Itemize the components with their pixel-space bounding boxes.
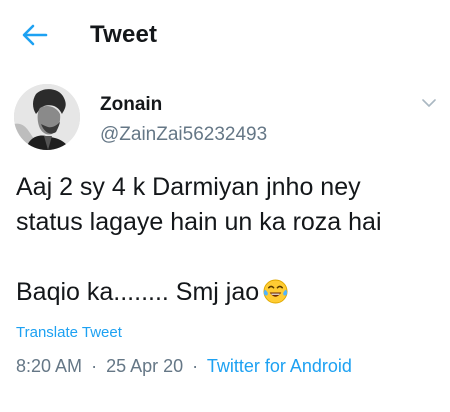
tweet-text: Aaj 2 sy 4 k Darmiyan jnho ney status la… <box>16 170 441 310</box>
meta-separator: · <box>91 356 98 376</box>
top-bar: Tweet <box>0 0 450 72</box>
avatar[interactable] <box>14 84 80 150</box>
translate-tweet-link[interactable]: Translate Tweet <box>16 324 122 341</box>
meta-separator: · <box>192 356 199 376</box>
tweet-source-link[interactable]: Twitter for Android <box>207 356 352 376</box>
face-with-tears-of-joy-icon <box>263 279 288 304</box>
back-button[interactable] <box>18 20 52 50</box>
chevron-down-icon <box>422 98 436 107</box>
arrow-left-icon <box>22 24 48 46</box>
tweet-meta: 8:20 AM · 25 Apr 20 · Twitter for Androi… <box>16 356 352 377</box>
author-display-name[interactable]: Zonain <box>100 94 162 116</box>
tweet-line-3: Baqio ka........ Smj jao <box>16 278 260 306</box>
tweet-line-1: Aaj 2 sy 4 k Darmiyan jnho ney <box>16 173 361 201</box>
more-options-button[interactable] <box>418 94 440 112</box>
page-title: Tweet <box>90 21 158 48</box>
avatar-image <box>14 84 80 150</box>
author-handle[interactable]: @ZainZai56232493 <box>100 124 267 146</box>
tweet-paragraph-gap <box>16 240 441 275</box>
tweet-time: 8:20 AM <box>16 356 83 376</box>
tweet-date: 25 Apr 20 <box>106 356 184 376</box>
tweet-line-2: status lagaye hain un ka roza hai <box>16 208 382 236</box>
tweet-line-3-wrapper: Baqio ka........ Smj jao <box>16 275 441 310</box>
